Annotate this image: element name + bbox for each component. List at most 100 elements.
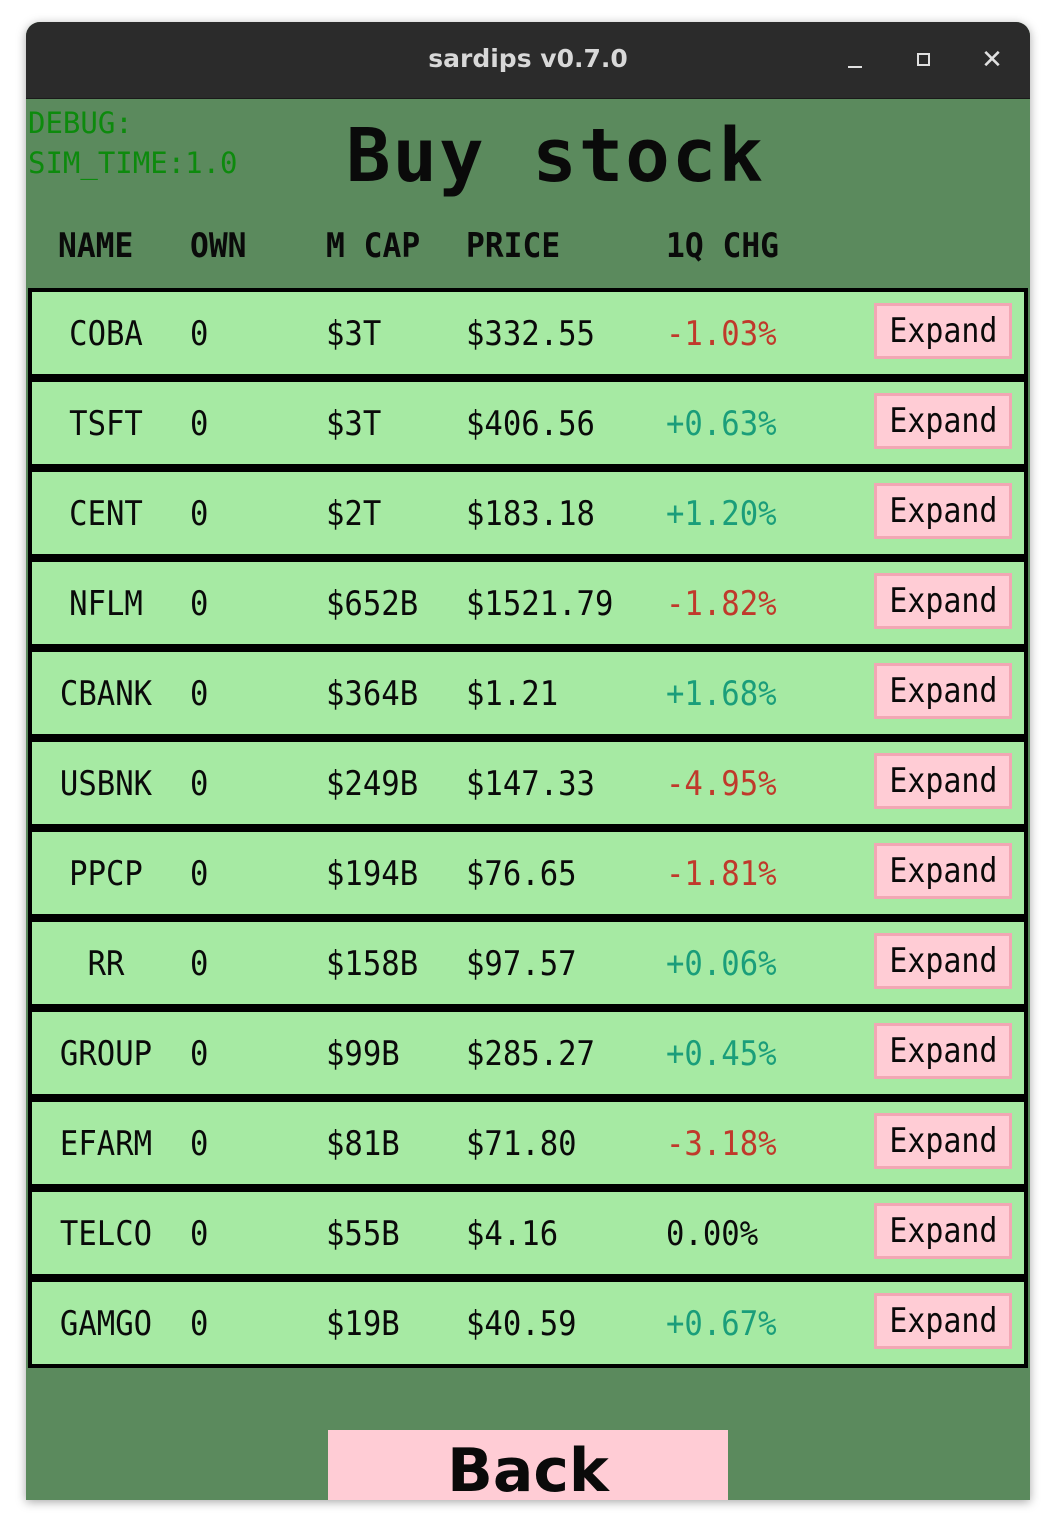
title-bar[interactable]: sardips v0.7.0 ✕ [26,22,1030,99]
stock-market-cap: $81B [326,1124,400,1164]
expand-button-label: Expand [888,1301,998,1341]
expand-button[interactable]: Expand [874,843,1012,899]
stock-name: RR [87,944,125,984]
expand-button[interactable]: Expand [874,663,1012,719]
maximize-button[interactable] [904,40,944,80]
expand-button-label: Expand [888,401,998,441]
stock-quarter-change: +0.63% [666,404,777,444]
expand-button-label: Expand [888,491,998,531]
column-header-name: NAME [58,226,134,266]
expand-button[interactable]: Expand [874,483,1012,539]
stock-price: $183.18 [466,494,595,534]
close-button[interactable]: ✕ [972,40,1012,80]
stock-quarter-change: 0.00% [666,1214,759,1254]
stock-row: EFARM 0 $81B $71.80 -3.18% Expand [28,1098,1028,1188]
stock-quarter-change: -3.18% [666,1124,777,1164]
stock-owned: 0 [190,674,209,714]
stock-owned: 0 [190,1124,209,1164]
stock-price: $40.59 [466,1304,577,1344]
stock-name: TELCO [59,1214,153,1254]
stock-quarter-change: +0.06% [666,944,777,984]
expand-button-label: Expand [888,1031,998,1071]
stock-price: $147.33 [466,764,595,804]
stock-price: $406.56 [466,404,595,444]
stock-name: GROUP [59,1034,153,1074]
stock-name: USBNK [59,764,153,804]
expand-button-label: Expand [888,851,998,891]
stock-row: GROUP 0 $99B $285.27 +0.45% Expand [28,1008,1028,1098]
stock-owned: 0 [190,314,209,354]
minimize-icon [848,66,862,68]
stock-row: USBNK 0 $249B $147.33 -4.95% Expand [28,738,1028,828]
stock-owned: 0 [190,584,209,624]
stock-owned: 0 [190,854,209,894]
stock-market-cap: $2T [326,494,382,534]
expand-button[interactable]: Expand [874,1203,1012,1259]
back-button[interactable]: Back [328,1430,728,1500]
stock-price: $97.57 [466,944,577,984]
debug-overlay: DEBUG: SIM_TIME:1.0 [28,103,238,183]
stock-quarter-change: +0.45% [666,1034,777,1074]
stock-owned: 0 [190,1304,209,1344]
expand-button-label: Expand [888,1211,998,1251]
stock-market-cap: $3T [326,404,382,444]
stock-price: $1.21 [466,674,559,714]
buy-stock-screen: DEBUG: SIM_TIME:1.0 Buy stock NAME OWN M … [26,99,1030,1500]
stock-name: TSFT [69,404,143,444]
stock-row: GAMGO 0 $19B $40.59 +0.67% Expand [28,1278,1028,1368]
stock-row: CENT 0 $2T $183.18 +1.20% Expand [28,468,1028,558]
stock-price: $285.27 [466,1034,595,1074]
stock-market-cap: $3T [326,314,382,354]
window-title: sardips v0.7.0 [428,44,628,73]
expand-button[interactable]: Expand [874,933,1012,989]
expand-button[interactable]: Expand [874,1023,1012,1079]
expand-button[interactable]: Expand [874,573,1012,629]
stock-market-cap: $364B [326,674,419,714]
stock-quarter-change: +1.68% [666,674,777,714]
stock-row: PPCP 0 $194B $76.65 -1.81% Expand [28,828,1028,918]
column-header-price: PRICE [466,226,561,266]
stock-price: $71.80 [466,1124,577,1164]
stock-row: RR 0 $158B $97.57 +0.06% Expand [28,918,1028,1008]
expand-button[interactable]: Expand [874,303,1012,359]
expand-button[interactable]: Expand [874,1293,1012,1349]
stock-row: CBANK 0 $364B $1.21 +1.68% Expand [28,648,1028,738]
stock-quarter-change: -1.82% [666,584,777,624]
stock-owned: 0 [190,404,209,444]
expand-button-label: Expand [888,761,998,801]
stock-name: GAMGO [59,1304,153,1344]
stock-market-cap: $194B [326,854,419,894]
stock-name: COBA [69,314,143,354]
stock-market-cap: $99B [326,1034,400,1074]
stock-name: CBANK [59,674,153,714]
stock-owned: 0 [190,1214,209,1254]
stock-market-cap: $19B [326,1304,400,1344]
expand-button[interactable]: Expand [874,393,1012,449]
column-header-own: OWN [190,226,247,266]
debug-label: DEBUG: [28,106,133,140]
maximize-icon [917,53,930,66]
stock-owned: 0 [190,494,209,534]
stock-name: CENT [69,494,143,534]
stock-row: TSFT 0 $3T $406.56 +0.63% Expand [28,378,1028,468]
app-window: sardips v0.7.0 ✕ DEBUG: SIM_TIME:1.0 Buy … [26,22,1030,1500]
debug-sim-time: SIM_TIME:1.0 [28,146,238,180]
stock-market-cap: $55B [326,1214,400,1254]
expand-button[interactable]: Expand [874,1113,1012,1169]
stock-market-cap: $249B [326,764,419,804]
expand-button-label: Expand [888,311,998,351]
column-header-mcap: M CAP [326,226,421,266]
stock-price: $1521.79 [466,584,614,624]
page-title: Buy stock [346,113,765,199]
stock-quarter-change: +0.67% [666,1304,777,1344]
stock-price: $4.16 [466,1214,559,1254]
stock-price: $76.65 [466,854,577,894]
stock-quarter-change: +1.20% [666,494,777,534]
stock-row: COBA 0 $3T $332.55 -1.03% Expand [28,288,1028,378]
close-icon: ✕ [981,45,1003,75]
stock-name: EFARM [59,1124,153,1164]
stock-owned: 0 [190,944,209,984]
expand-button-label: Expand [888,941,998,981]
expand-button[interactable]: Expand [874,753,1012,809]
minimize-button[interactable] [836,40,876,80]
